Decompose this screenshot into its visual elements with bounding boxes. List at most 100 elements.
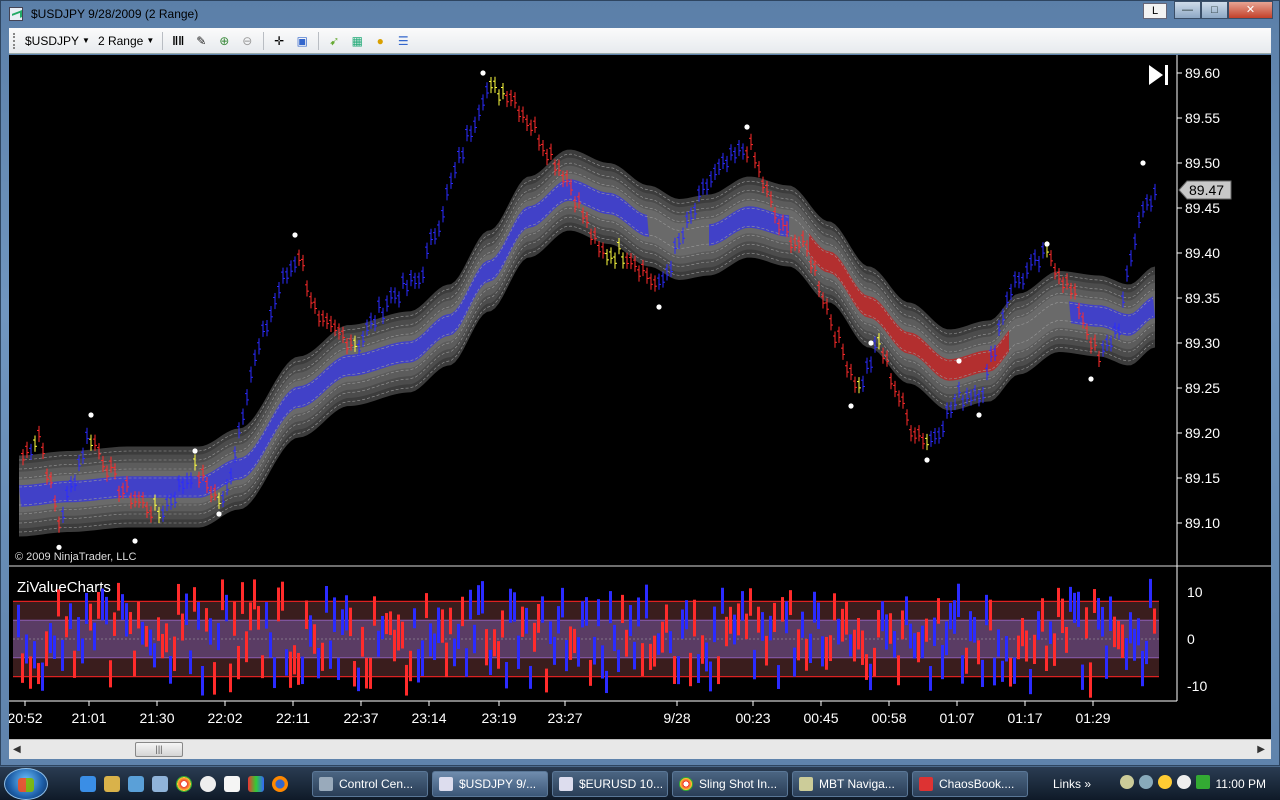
indicator-bar: [129, 612, 132, 635]
indicator-bar: [997, 629, 1000, 657]
indicator-bar: [157, 617, 160, 641]
scroll-thumb[interactable]: |||: [135, 742, 183, 757]
indicator-bar: [277, 587, 280, 622]
indicator-bar: [77, 617, 80, 651]
paint-icon[interactable]: [248, 776, 264, 792]
indicator-bar: [857, 617, 860, 650]
strategy-icon[interactable]: ➹: [326, 33, 342, 49]
title-bar[interactable]: $USDJPY 9/28/2009 (2 Range) L — □ ✕: [1, 1, 1279, 27]
indicator-bar: [1001, 660, 1004, 682]
indicator-bar: [569, 626, 572, 660]
indicator-bar: [449, 607, 452, 635]
taskbar-button-mbt-navigator[interactable]: MBT Naviga...: [792, 771, 908, 797]
period-selector[interactable]: 2 Range ▼: [98, 34, 154, 48]
indicator-bar: [625, 629, 628, 657]
taskbar-button-sling-shot[interactable]: Sling Shot In...: [672, 771, 788, 797]
scroll-left-icon[interactable]: ◀: [13, 744, 21, 755]
indicator-bar: [701, 635, 704, 664]
desktop-icon[interactable]: [128, 776, 144, 792]
layout-button[interactable]: L: [1143, 3, 1167, 19]
indicator-title: ZiValueCharts: [17, 579, 111, 596]
indicator-bar: [145, 625, 148, 647]
indicator-bar: [93, 622, 96, 651]
swing-point-marker: [292, 232, 298, 238]
indicator-bar: [29, 656, 32, 689]
horizontal-scrollbar[interactable]: ◀ ||| ▶: [9, 739, 1271, 759]
close-button[interactable]: ✕: [1228, 1, 1273, 19]
indicator-bar: [1117, 620, 1120, 650]
indicator-bar: [353, 661, 356, 687]
network-icon[interactable]: [1139, 775, 1153, 789]
chrome-icon[interactable]: [176, 776, 192, 792]
indicator-bar: [529, 665, 532, 689]
document-icon[interactable]: [224, 776, 240, 792]
properties-icon[interactable]: ☰: [395, 33, 411, 49]
scroll-right-icon[interactable]: ▶: [1257, 744, 1265, 755]
taskbar-button-eurusd[interactable]: $EURUSD 10...: [552, 771, 668, 797]
indicator-bar: [745, 613, 748, 640]
indicator-bar: [769, 615, 772, 641]
indicator-bar: [669, 631, 672, 654]
indicator-bar: [801, 611, 804, 638]
indicator-bar: [385, 613, 388, 635]
indicator-bar: [269, 632, 272, 658]
start-button[interactable]: [4, 768, 48, 800]
indicator-bar: [573, 628, 576, 654]
maximize-button[interactable]: □: [1201, 1, 1228, 19]
indicator-bar: [993, 657, 996, 686]
indicator-bar: [89, 603, 92, 631]
price-chart[interactable]: 89.60 89.55 89.50 89.45 89.40 89.35 89.30 89.25…: [9, 55, 1271, 739]
indicator-bar: [961, 655, 964, 684]
indicator-bar: [717, 656, 720, 685]
chart-trader-icon[interactable]: ●: [372, 33, 388, 49]
indicator-bar: [693, 599, 696, 637]
indicator-bar: [973, 617, 976, 643]
bar-type-icon[interactable]: ‖‖: [170, 33, 186, 49]
update-icon[interactable]: [1158, 775, 1172, 789]
minimize-button[interactable]: —: [1174, 1, 1201, 19]
volume-icon[interactable]: [1196, 775, 1210, 789]
zoom-in-icon[interactable]: ⊕: [216, 33, 232, 49]
app-icon[interactable]: [104, 776, 120, 792]
indicator-bar: [633, 641, 636, 670]
indicator-bar: [685, 600, 688, 630]
indicator-bar: [281, 581, 284, 611]
indicator-bar: [601, 645, 604, 679]
indicator-bar: [617, 649, 620, 673]
pencil-icon[interactable]: ✎: [193, 33, 209, 49]
indicator-tick-label: 0: [1187, 631, 1195, 647]
taskbar-buttons: Control Cen... $USDJPY 9/... $EURUSD 10.…: [312, 771, 1028, 797]
indicator-bar: [189, 650, 192, 675]
crosshair-icon[interactable]: ✛: [271, 33, 287, 49]
data-box-icon[interactable]: ▣: [294, 33, 310, 49]
indicator-bar: [905, 596, 908, 626]
indicator-bar: [473, 624, 476, 654]
taskbar-button-usdjpy[interactable]: $USDJPY 9/...: [432, 771, 548, 797]
taskbar-button-control-center[interactable]: Control Cen...: [312, 771, 428, 797]
indicator-bar: [933, 617, 936, 646]
indicators-icon[interactable]: ▦: [349, 33, 365, 49]
indicator-bar: [989, 599, 992, 631]
indicator-bar: [845, 601, 848, 635]
zoom-out-icon[interactable]: ⊖: [239, 33, 255, 49]
chart-toolbar: $USDJPY ▼ 2 Range ▼ ‖‖ ✎ ⊕ ⊖ ✛ ▣ ➹ ▦ ● ☰: [9, 28, 1271, 54]
tray-app-icon[interactable]: [1120, 775, 1134, 789]
firefox-icon[interactable]: [272, 776, 288, 792]
chart-canvas[interactable]: 89.60 89.55 89.50 89.45 89.40 89.35 89.30 89.25…: [9, 55, 1271, 739]
swing-point-marker: [744, 124, 750, 130]
window-switch-icon[interactable]: [152, 776, 168, 792]
scroll-to-end-icon: [1149, 65, 1163, 85]
indicator-bar: [1073, 592, 1076, 623]
links-toolbar[interactable]: Links »: [1053, 777, 1091, 791]
indicator-bar: [725, 616, 728, 647]
panda-icon[interactable]: [200, 776, 216, 792]
current-price-label: 89.47: [1189, 182, 1224, 198]
instrument-selector[interactable]: $USDJPY ▼: [25, 34, 90, 48]
panda-icon[interactable]: [1177, 775, 1191, 789]
indicator-bar: [1005, 636, 1008, 662]
ie-icon[interactable]: [80, 776, 96, 792]
taskbar-button-chaosbook[interactable]: ChaosBook....: [912, 771, 1028, 797]
swing-point-marker: [192, 448, 198, 454]
indicator-bar: [545, 668, 548, 693]
toolbar-grip[interactable]: [13, 32, 17, 49]
